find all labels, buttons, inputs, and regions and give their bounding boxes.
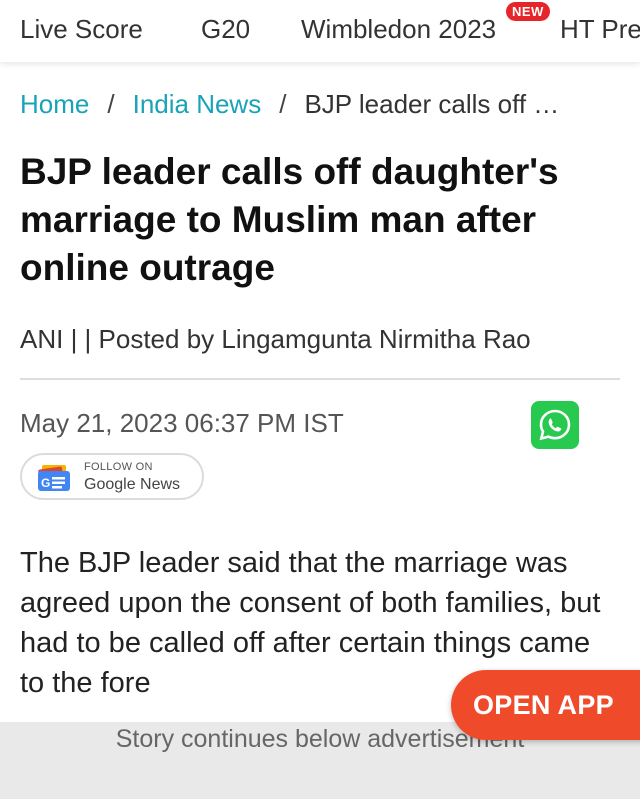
breadcrumb-home-link[interactable]: Home — [20, 89, 89, 119]
top-navigation: Live Score G20 Wimbledon 2023 NEW HT Pre… — [0, 0, 640, 62]
follow-google-news-button[interactable]: G FOLLOW ON Google News — [20, 453, 204, 500]
follow-on-label: FOLLOW ON — [84, 461, 153, 473]
svg-text:G: G — [41, 476, 50, 490]
breadcrumb-section-link[interactable]: India News — [133, 89, 262, 119]
nav-item-ht-premium[interactable]: HT Premium — [560, 14, 640, 45]
breadcrumb-current: BJP leader calls off … — [304, 89, 560, 119]
new-badge: NEW — [506, 2, 550, 21]
google-news-label: Google News — [84, 476, 181, 493]
open-app-button[interactable]: OPEN APP — [451, 670, 640, 740]
article-headline: BJP leader calls off daughter's marriage… — [20, 151, 559, 288]
nav-item-wimbledon[interactable]: Wimbledon 2023 — [301, 14, 496, 45]
whatsapp-share-button[interactable] — [531, 401, 579, 449]
article-date: May 21, 2023 06:37 PM IST — [20, 408, 344, 438]
whatsapp-icon — [539, 409, 571, 441]
open-app-label: OPEN APP — [473, 689, 614, 720]
nav-item-live-score[interactable]: Live Score — [20, 14, 143, 45]
breadcrumb-separator: / — [107, 89, 115, 119]
divider — [20, 378, 620, 380]
breadcrumb: Home / India News / BJP leader calls off … — [20, 89, 620, 120]
nav-item-g20[interactable]: G20 — [201, 14, 250, 45]
breadcrumb-separator: / — [279, 89, 287, 119]
google-news-icon: G — [38, 465, 70, 491]
article-byline: ANI | | Posted by Lingamgunta Nirmitha R… — [20, 324, 531, 354]
